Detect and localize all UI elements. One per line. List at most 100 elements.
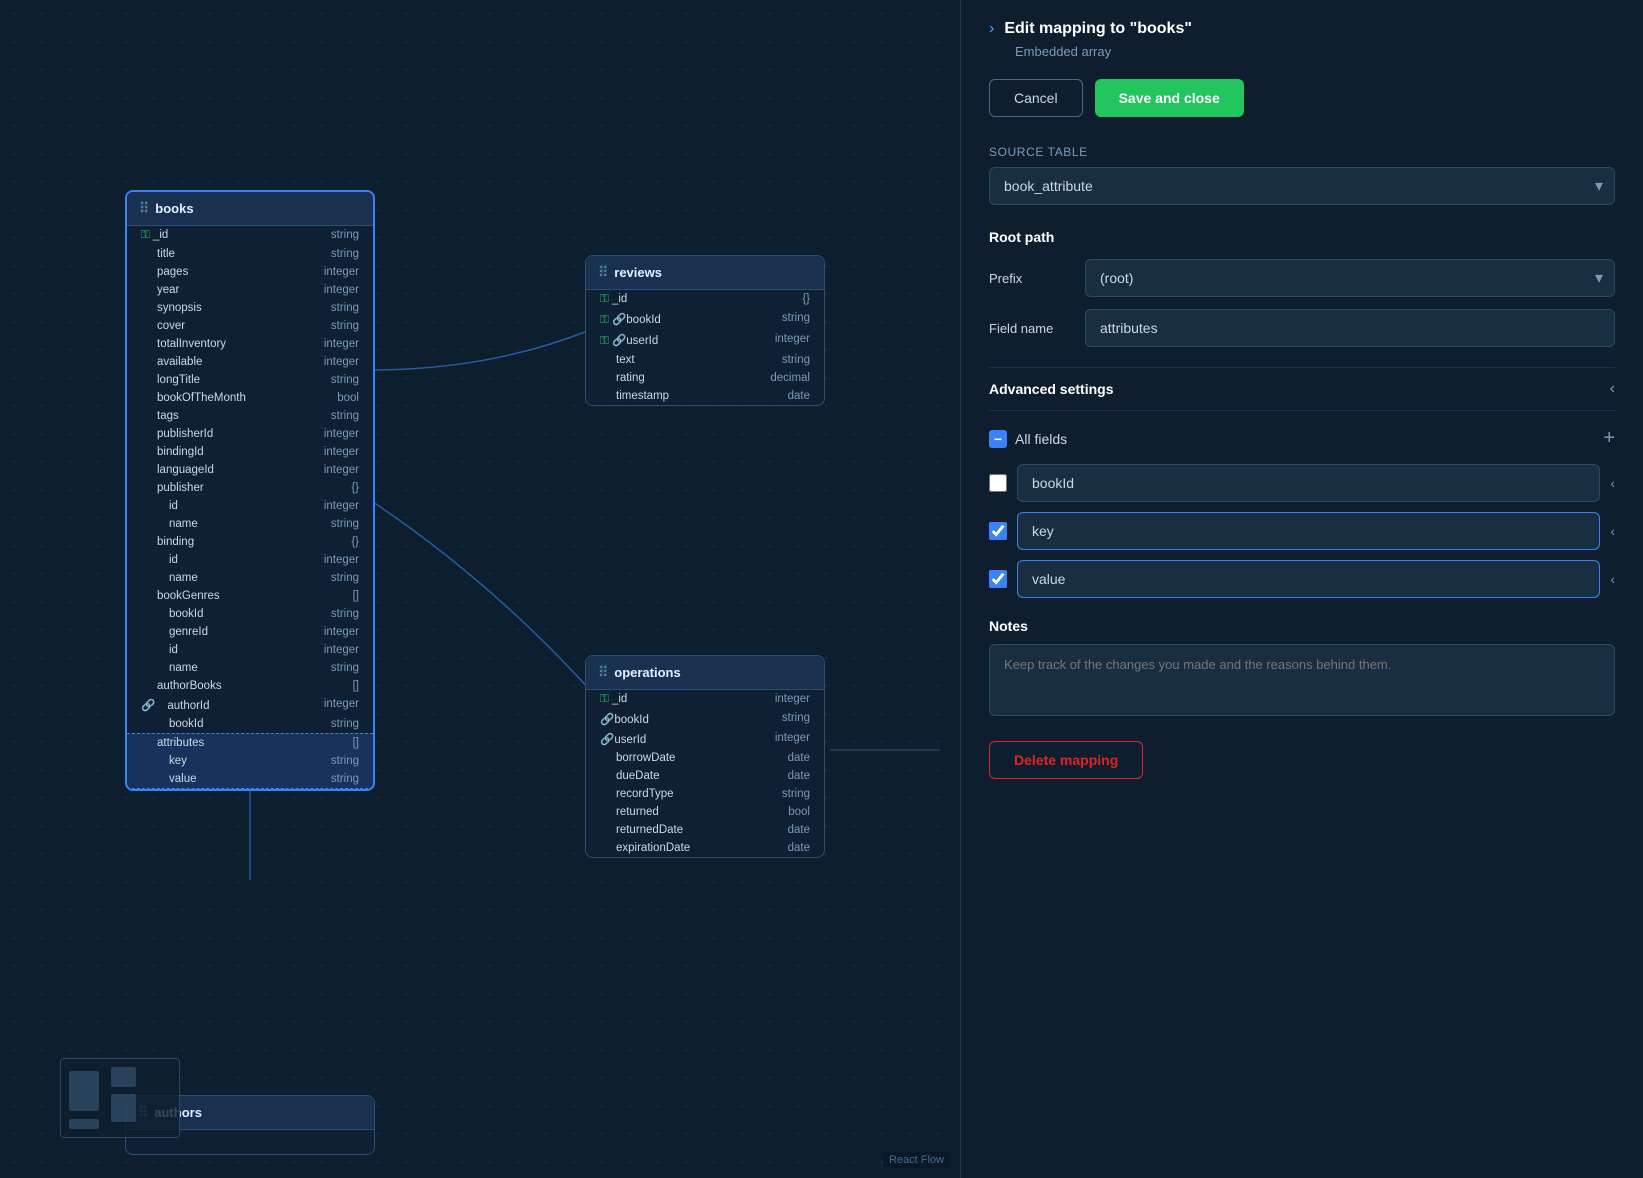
field-chevron-key-icon: ‹ (1610, 523, 1615, 539)
field-name-row: Field name (989, 309, 1615, 347)
field-type: integer (324, 338, 359, 350)
field-type: string (331, 229, 359, 242)
table-row: text string (586, 351, 824, 369)
field-type: integer (324, 356, 359, 368)
table-row: authorBooks [] (127, 677, 373, 695)
field-name: borrowDate (600, 752, 675, 764)
link-icon: 🔗 (600, 734, 614, 746)
field-type: string (331, 518, 359, 530)
save-close-button[interactable]: Save and close (1095, 79, 1244, 117)
field-type: string (331, 320, 359, 332)
field-name-input[interactable] (1085, 309, 1615, 347)
table-row: available integer (127, 353, 373, 371)
prefix-row: Prefix (root) ▾ (989, 259, 1615, 297)
minus-icon[interactable]: − (989, 430, 1007, 448)
field-checkbox-key[interactable] (989, 522, 1007, 540)
operations-table[interactable]: ⠿ operations ⚿ _id integer 🔗bookId strin… (585, 655, 825, 858)
field-type: decimal (770, 372, 810, 384)
advanced-settings-label: Advanced settings (989, 381, 1113, 397)
table-row: attributes [] (127, 733, 373, 752)
field-checkbox-value[interactable] (989, 570, 1007, 588)
source-table-wrapper[interactable]: book_attribute ▾ (989, 167, 1615, 205)
field-name: id (141, 644, 178, 656)
field-name-label: Field name (989, 321, 1069, 336)
books-table[interactable]: ⠿ books ⚿ _id string title string pages … (125, 190, 375, 791)
field-type: integer (324, 446, 359, 458)
table-row: pages integer (127, 263, 373, 281)
field-input-bookid[interactable] (1017, 464, 1600, 502)
field-type: integer (775, 693, 810, 706)
panel-header: › Edit mapping to "books" (989, 20, 1615, 38)
prefix-select-wrapper[interactable]: (root) ▾ (1085, 259, 1615, 297)
all-fields-row: − All fields + (989, 427, 1615, 450)
field-type: string (331, 248, 359, 260)
field-checkbox-bookid[interactable] (989, 474, 1007, 492)
field-name: returnedDate (600, 824, 683, 836)
field-input-value[interactable] (1017, 560, 1600, 598)
field-type: {} (351, 482, 359, 494)
field-name: name (141, 662, 198, 674)
table-row: longTitle string (127, 371, 373, 389)
table-row: timestamp date (586, 387, 824, 405)
field-name: attributes (141, 737, 204, 749)
field-name: returned (600, 806, 659, 818)
field-name: name (141, 572, 198, 584)
prefix-select[interactable]: (root) (1085, 259, 1615, 297)
source-table-select[interactable]: book_attribute (989, 167, 1615, 205)
table-row: publisher {} (127, 479, 373, 497)
table-row: name string (127, 569, 373, 587)
field-name: _id (612, 293, 627, 305)
link-icon: 🔗 (141, 700, 155, 712)
field-type: string (331, 374, 359, 386)
field-name: expirationDate (600, 842, 690, 854)
panel-subtitle: Embedded array (989, 44, 1615, 59)
reviews-table-header: ⠿ reviews (586, 256, 824, 290)
grip-icon: ⠿ (139, 200, 149, 217)
field-row-value: ‹ (989, 560, 1615, 598)
field-input-key[interactable] (1017, 512, 1600, 550)
field-type: bool (337, 392, 359, 404)
delete-mapping-button[interactable]: Delete mapping (989, 741, 1143, 779)
prefix-label: Prefix (989, 271, 1069, 286)
reviews-table-name: reviews (614, 265, 662, 280)
table-row: bookId string (127, 715, 373, 733)
field-name: bookId (626, 314, 661, 326)
cancel-button[interactable]: Cancel (989, 79, 1083, 117)
table-row: 🔗userId integer (586, 729, 824, 749)
reviews-table[interactable]: ⠿ reviews ⚿ _id {} ⚿ 🔗bookId string ⚿ 🔗u… (585, 255, 825, 406)
field-type: bool (788, 806, 810, 818)
table-row: ⚿ _id integer (586, 690, 824, 709)
table-row: tags string (127, 407, 373, 425)
field-name: bookId (141, 718, 204, 730)
field-chevron-bookid-icon: ‹ (1610, 475, 1615, 491)
field-name: publisherId (141, 428, 213, 440)
field-name: value (141, 773, 197, 785)
field-name: title (141, 248, 175, 260)
field-type: date (788, 824, 810, 836)
table-row: id integer (127, 641, 373, 659)
field-name: bookId (141, 608, 204, 620)
table-row: ⚿ _id {} (586, 290, 824, 309)
add-field-icon[interactable]: + (1603, 427, 1615, 450)
canvas-area[interactable]: ⠿ books ⚿ _id string title string pages … (0, 0, 960, 1178)
operations-table-name: operations (614, 665, 680, 680)
field-name: year (141, 284, 179, 296)
field-type: [] (353, 680, 359, 692)
right-panel: › Edit mapping to "books" Embedded array… (960, 0, 1643, 1178)
books-table-name: books (155, 201, 193, 216)
field-name: key (141, 755, 187, 767)
table-row: rating decimal (586, 369, 824, 387)
link-icon: 🔗 (612, 335, 626, 347)
field-name: publisher (141, 482, 204, 494)
table-row: bookId string (127, 605, 373, 623)
field-name: languageId (141, 464, 214, 476)
field-name: binding (141, 536, 194, 548)
table-row: bookOfTheMonth bool (127, 389, 373, 407)
notes-textarea[interactable] (989, 644, 1615, 716)
table-row: 🔗bookId string (586, 709, 824, 729)
table-row: ⚿ 🔗bookId string (586, 309, 824, 330)
field-name: rating (600, 372, 645, 384)
field-name: authorId (155, 700, 209, 712)
advanced-settings-row[interactable]: Advanced settings ‹ (989, 367, 1615, 411)
notes-label: Notes (989, 618, 1615, 634)
